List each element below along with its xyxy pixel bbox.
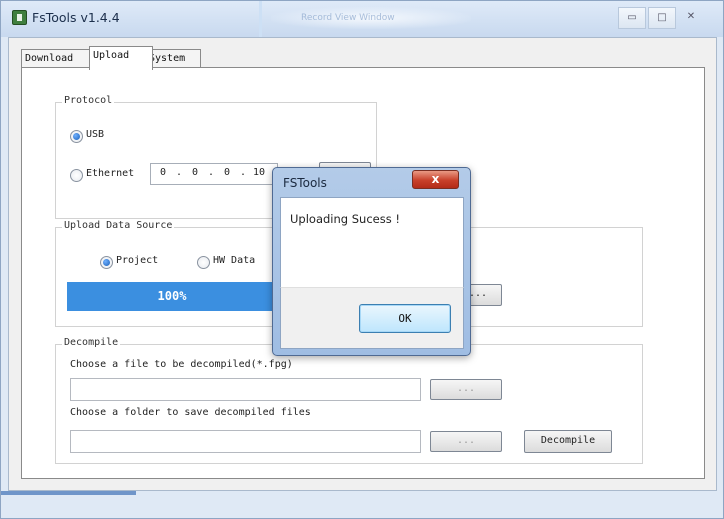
hw-data-radio[interactable] — [197, 256, 210, 269]
maximize-button[interactable]: □ — [648, 7, 676, 29]
decompile-file-browse[interactable]: ... — [430, 379, 502, 400]
upload-source-group-label: Upload Data Source — [62, 220, 175, 231]
upload-progress-bar: 100% — [67, 282, 277, 311]
tab-strip: Download Upload System — [21, 46, 701, 70]
dialog-close-button[interactable]: x — [412, 170, 459, 189]
usb-label: USB — [86, 129, 105, 140]
ethernet-label: Ethernet — [86, 168, 135, 179]
ethernet-radio[interactable] — [70, 169, 83, 182]
decompile-folder-input[interactable] — [70, 430, 421, 453]
tab-download[interactable]: Download — [21, 49, 97, 69]
ip-address-input[interactable]: 0 . 0 . 0 . 10 — [150, 163, 278, 185]
protocol-group-label: Protocol — [62, 95, 115, 106]
title-bar[interactable]: Record View Window FsTools v1.4.4 ▭ □ ✕ — [1, 1, 723, 39]
ip-octet-4: 10 — [252, 167, 266, 178]
tab-upload[interactable]: Upload — [89, 46, 153, 70]
bottom-accent — [1, 491, 136, 495]
faded-caption: Record View Window — [301, 13, 395, 23]
ip-octet-3: 0 — [223, 167, 231, 178]
ip-octet-1: 0 — [159, 167, 167, 178]
dialog-title: FSTools — [283, 176, 327, 190]
ip-dot: . — [239, 167, 247, 178]
title-divider — [259, 1, 262, 39]
app-icon — [12, 10, 27, 25]
decompile-folder-prompt: Choose a folder to save decompiled files — [70, 407, 311, 418]
hw-data-label: HW Data — [213, 255, 256, 266]
ip-dot: . — [175, 167, 183, 178]
usb-radio[interactable] — [70, 130, 83, 143]
project-label: Project — [116, 255, 159, 266]
upload-success-dialog: FSTools x Uploading Sucess ! OK — [272, 167, 471, 356]
dialog-message: Uploading Sucess ! — [290, 212, 400, 226]
decompile-file-prompt: Choose a file to be decompiled(*.fpg) — [70, 359, 293, 370]
decompile-group: Decompile Choose a file to be decompiled… — [55, 337, 643, 464]
decompile-file-input[interactable] — [70, 378, 421, 401]
caption-buttons: ▭ □ ✕ — [618, 7, 708, 29]
project-radio[interactable] — [100, 256, 113, 269]
decompile-group-label: Decompile — [62, 337, 121, 348]
tab-system[interactable]: System — [145, 49, 201, 69]
ip-octet-2: 0 — [191, 167, 199, 178]
close-button[interactable]: ✕ — [678, 7, 704, 27]
decompile-folder-browse[interactable]: ... — [430, 431, 502, 452]
ok-button[interactable]: OK — [359, 304, 451, 333]
minimize-button[interactable]: ▭ — [618, 7, 646, 29]
decompile-button[interactable]: Decompile — [524, 430, 612, 453]
ip-dot: . — [207, 167, 215, 178]
window-title: FsTools v1.4.4 — [32, 10, 120, 25]
